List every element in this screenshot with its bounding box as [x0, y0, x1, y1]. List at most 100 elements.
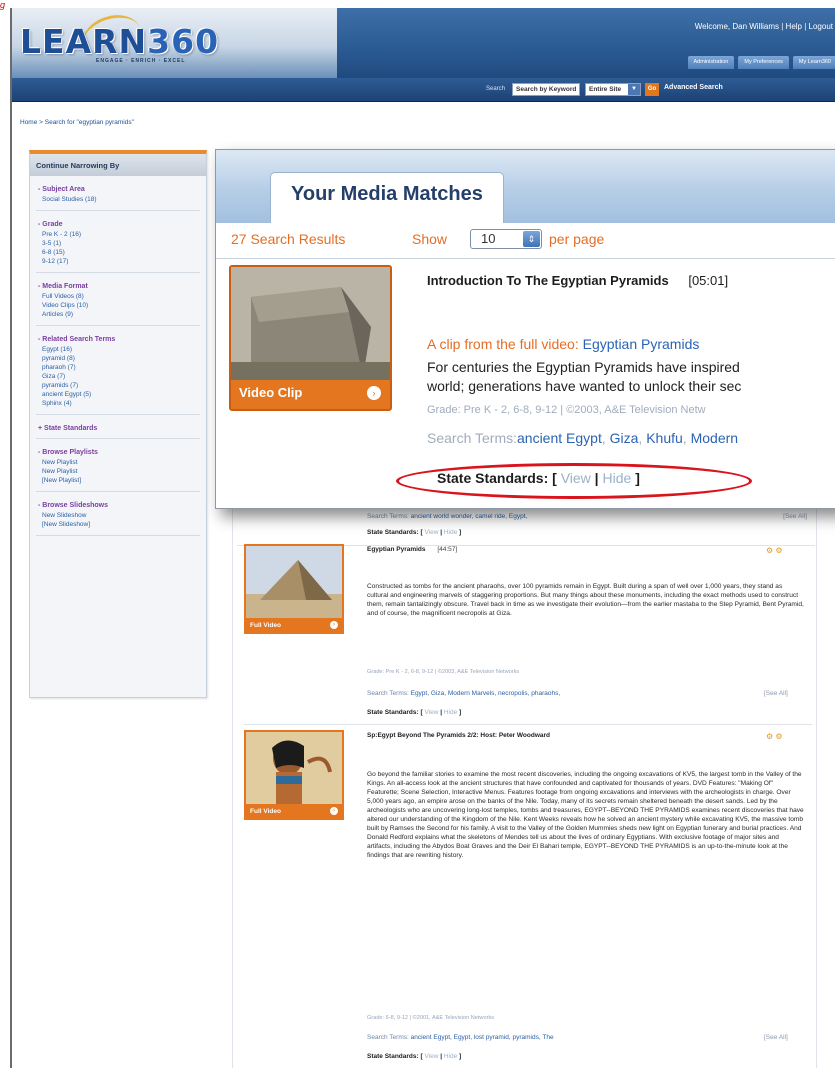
sidebar-filter-link[interactable]: [New Slideshow] — [42, 520, 206, 529]
sidebar-section: - Browse Slideshows New Slideshow [New Sli… — [38, 502, 206, 529]
partial-std-view-link[interactable]: View — [424, 529, 438, 536]
partial-std-label: State Standards: [ — [367, 529, 423, 536]
sidebar-filter-link[interactable]: pyramids (7) — [42, 381, 206, 390]
term-link[interactable]: Giza — [610, 430, 639, 446]
partial-terms-label: Search Terms: — [367, 513, 409, 520]
chevron-down-icon: ▼ — [628, 84, 640, 95]
sidebar-filter-link[interactable]: Sphinx (4) — [42, 399, 206, 408]
nav-my-learn360[interactable]: My Learn360 — [792, 56, 835, 69]
media-title[interactable]: Egyptian Pyramids [44:57] — [367, 546, 457, 553]
sidebar-divider — [36, 414, 200, 415]
help-link[interactable]: Help — [786, 22, 802, 31]
search-scope-value: Entire Site — [589, 86, 622, 93]
term-link[interactable]: ancient Egypt — [517, 430, 602, 446]
zoom-search-terms: Search Terms:ancient Egypt, Giza, Khufu,… — [427, 430, 739, 446]
sidebar-divider — [36, 272, 200, 273]
browser-page: LEARN360 ENGAGE · ENRICH · EXCEL Welcome… — [10, 8, 835, 1068]
sidebar-divider — [36, 325, 200, 326]
partial-see-all-link[interactable]: [See All] — [783, 513, 807, 520]
per-page-label: per page — [549, 231, 605, 247]
breadcrumb[interactable]: Home > Search for "egyptian pyramids" — [20, 119, 134, 126]
partial-terms-links[interactable]: ancient world wonder, camel ride, Egypt, — [411, 513, 528, 520]
full-video-link[interactable]: Egyptian Pyramids — [583, 336, 700, 352]
nav-administration[interactable]: Administration — [687, 56, 735, 69]
thumbnail-label: Video Clip — [239, 385, 303, 400]
search-go-button[interactable]: Go — [645, 83, 659, 96]
thumbnail-full-video[interactable]: Full Video › — [244, 544, 344, 634]
site-logo[interactable]: LEARN360 — [20, 22, 219, 61]
video-clip-thumbnail[interactable]: Video Clip › — [229, 265, 392, 411]
media-search-terms: Search Terms: Egypt, Giza, Modern Marvel… — [367, 690, 560, 697]
sidebar-section-heading[interactable]: - Subject Area — [38, 186, 206, 193]
tab-your-media-matches[interactable]: Your Media Matches — [270, 172, 504, 223]
show-label: Show — [412, 231, 448, 247]
play-arrow-icon: › — [330, 807, 338, 815]
partial-std-hide-link[interactable]: Hide — [444, 529, 457, 536]
per-page-select[interactable]: 10 ⇕ — [470, 229, 542, 249]
logout-link[interactable]: Logout — [809, 22, 833, 31]
sidebar-section: + State Standards — [38, 425, 206, 432]
sidebar-section: - Related Search Terms Egypt (16) pyramid … — [38, 336, 206, 408]
thumbnail-full-video[interactable]: Full Video › — [244, 730, 344, 820]
sidebar-filter-link[interactable]: New Playlist — [42, 467, 206, 476]
sidebar-filter-link[interactable]: New Slideshow — [42, 511, 206, 520]
stone-block-thumbnail-image — [231, 267, 390, 380]
sidebar-filter-link[interactable]: Social Studies (18) — [42, 195, 206, 204]
sidebar-section-heading[interactable]: - Browse Slideshows — [38, 502, 206, 509]
see-all-link[interactable]: [See All] — [764, 690, 788, 697]
std-hide-link[interactable]: Hide — [444, 1053, 457, 1060]
std-label: State Standards: [ — [367, 709, 423, 716]
add-to-playlist-icons[interactable]: ⚙ ⚙ — [766, 732, 783, 741]
add-to-playlist-icons[interactable]: ⚙ ⚙ — [766, 546, 783, 555]
see-all-link[interactable]: [See All] — [764, 1034, 788, 1041]
sidebar-section-heading[interactable]: - Grade — [38, 221, 206, 228]
sidebar-filter-link[interactable]: Full Videos (8) — [42, 292, 206, 301]
std-view-link[interactable]: View — [424, 1053, 438, 1060]
sidebar-filter-link[interactable]: Pre K - 2 (16) — [42, 230, 206, 239]
sidebar-section-heading[interactable]: - Browse Playlists — [38, 449, 206, 456]
sidebar-section: - Browse Playlists New Playlist New Playli… — [38, 449, 206, 485]
sidebar-section-heading[interactable]: - Related Search Terms — [38, 336, 206, 343]
term-link[interactable]: Khufu — [646, 430, 683, 446]
sidebar-filter-link[interactable]: 6-8 (15) — [42, 248, 206, 257]
welcome-bar: Welcome, Dan Williams | Help | Logout — [694, 22, 833, 31]
sidebar-filter-link[interactable]: New Playlist — [42, 458, 206, 467]
std-view-link[interactable]: View — [424, 709, 438, 716]
term-link[interactable]: Modern — [691, 430, 738, 446]
sidebar-filter-link[interactable]: [New Playlist] — [42, 476, 206, 485]
std-hide-link[interactable]: Hide — [444, 709, 457, 716]
zoom-media-title[interactable]: Introduction To The Egyptian Pyramids [0… — [427, 273, 728, 288]
sidebar-section-heading[interactable]: + State Standards — [38, 425, 206, 432]
advanced-search-link[interactable]: Advanced Search — [664, 84, 723, 91]
nav-my-preferences[interactable]: My Preferences — [738, 56, 789, 69]
sidebar-filter-link[interactable]: Video Clips (10) — [42, 301, 206, 310]
results-count: 27 Search Results — [231, 231, 346, 247]
sidebar-filter-link[interactable]: 9-12 (17) — [42, 257, 206, 266]
sidebar-filter-link[interactable]: Egypt (16) — [42, 345, 206, 354]
zoom-media-title-text: Introduction To The Egyptian Pyramids — [427, 273, 669, 288]
search-input[interactable]: Search by Keyword — [512, 83, 580, 96]
sidebar-filter-link[interactable]: pharaoh (7) — [42, 363, 206, 372]
terms-links[interactable]: ancient Egypt, Egypt, lost pyramid, pyra… — [411, 1034, 554, 1041]
sidebar-filter-link[interactable]: pyramid (8) — [42, 354, 206, 363]
logo-number: 360 — [147, 22, 220, 61]
state-standards: State Standards: [ View | Hide ] — [367, 709, 462, 716]
terms-label: Search Terms: — [367, 690, 409, 697]
sidebar-divider — [36, 438, 200, 439]
media-title-text: Sp:Egypt Beyond The Pyramids 2/2: Host: … — [367, 732, 550, 739]
sidebar-section-heading[interactable]: - Media Format — [38, 283, 206, 290]
sidebar-divider — [36, 210, 200, 211]
zoom-description-line-2: world; generations have wanted to unlock… — [427, 378, 742, 394]
sidebar-filter-link[interactable]: ancient Egypt (5) — [42, 390, 206, 399]
sidebar-filter-link[interactable]: Giza (7) — [42, 372, 206, 381]
sidebar-section: - Media Format Full Videos (8) Video Clips… — [38, 283, 206, 319]
sidebar-filter-link[interactable]: Articles (9) — [42, 310, 206, 319]
sidebar-filter-link[interactable]: 3-5 (1) — [42, 239, 206, 248]
media-title[interactable]: Sp:Egypt Beyond The Pyramids 2/2: Host: … — [367, 732, 550, 739]
media-meta: Grade: 6-8, 9-12 | ©2001, A&E Television… — [367, 1015, 495, 1021]
terms-links[interactable]: Egypt, Giza, Modern Marvels, necropolis,… — [411, 690, 561, 697]
terms-label: Search Terms: — [367, 1034, 409, 1041]
egyptian-figure-thumbnail-image — [246, 732, 342, 804]
search-scope-select[interactable]: Entire Site ▼ — [585, 83, 641, 96]
media-description: Go beyond the familiar stories to examin… — [367, 771, 804, 859]
